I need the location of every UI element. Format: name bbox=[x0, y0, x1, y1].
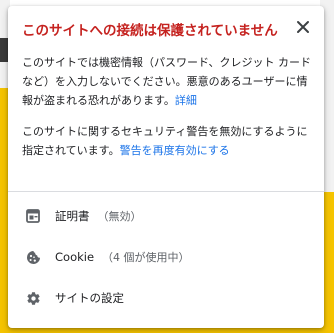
close-button[interactable] bbox=[292, 16, 314, 38]
gear-icon bbox=[25, 290, 41, 306]
cookie-icon bbox=[25, 249, 41, 265]
connection-not-secure-title: このサイトへの接続は保護されていません bbox=[22, 23, 278, 39]
site-settings-row[interactable]: サイトの設定 bbox=[8, 278, 324, 318]
cookie-count: （4 個が使用中） bbox=[102, 251, 190, 264]
site-info-popup: このサイトへの接続は保護されていません このサイトでは機密情報（パスワード、クレ… bbox=[8, 6, 324, 328]
certificate-icon bbox=[25, 208, 41, 224]
policy-paragraph: このサイトに関するセキュリティ警告を無効にするように指定されています。警告を再度… bbox=[22, 122, 312, 160]
certificate-label: 証明書 bbox=[55, 209, 90, 223]
cookie-row[interactable]: Cookie （4 個が使用中） bbox=[8, 237, 324, 277]
cookie-label: Cookie bbox=[55, 250, 95, 264]
certificate-status: （無効） bbox=[97, 210, 142, 223]
divider bbox=[8, 191, 324, 192]
warning-paragraph: このサイトでは機密情報（パスワード、クレジット カードなど）を入力しないでくださ… bbox=[22, 53, 312, 110]
close-icon bbox=[297, 21, 309, 33]
details-link[interactable]: 詳細 bbox=[175, 94, 197, 107]
site-settings-label: サイトの設定 bbox=[55, 291, 124, 305]
reenable-warnings-link[interactable]: 警告を再度有効にする bbox=[120, 144, 230, 157]
certificate-row[interactable]: 証明書 （無効） bbox=[8, 196, 324, 236]
warning-text: このサイトでは機密情報（パスワード、クレジット カードなど）を入力しないでくださ… bbox=[22, 56, 312, 107]
